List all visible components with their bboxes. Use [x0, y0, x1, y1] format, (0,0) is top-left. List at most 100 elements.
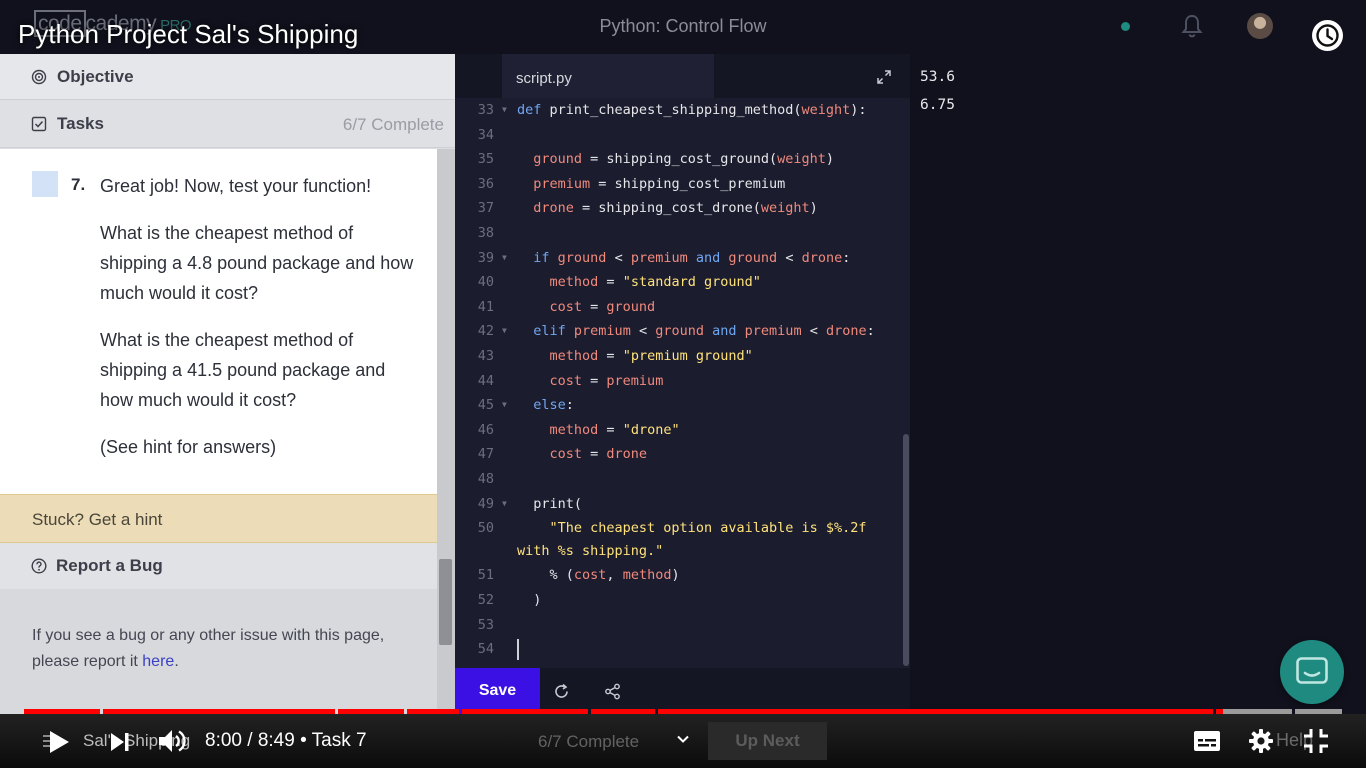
- code-line: 33 ▼ def print_cheapest_shipping_method(we…: [455, 98, 905, 122]
- next-track-icon[interactable]: [108, 731, 132, 753]
- help-chat-button[interactable]: [1280, 640, 1344, 704]
- expand-icon[interactable]: [876, 69, 892, 85]
- report-bug-text: If you see a bug or any other issue with…: [32, 623, 392, 675]
- code-text-area[interactable]: 33 ▼ def print_cheapest_shipping_method(we…: [455, 98, 910, 668]
- save-button[interactable]: Save: [455, 668, 540, 714]
- code-line-wrapped: with %s shipping.": [455, 539, 905, 563]
- volume-icon[interactable]: [157, 727, 189, 755]
- code-line: 49 ▼ print(: [455, 492, 905, 516]
- up-next-button[interactable]: Up Next: [708, 722, 827, 760]
- code-line: 44 cost = premium: [455, 369, 905, 393]
- output-terminal: 53.6 6.75: [910, 54, 1366, 714]
- code-text: method = "drone": [549, 421, 680, 438]
- code-line: 45 ▼ else:: [455, 393, 905, 417]
- line-number: 40: [477, 274, 494, 291]
- checkbox-icon: [31, 116, 47, 131]
- share-icon[interactable]: [604, 683, 621, 700]
- code-text: def print_cheapest_shipping_method(weigh…: [517, 102, 867, 118]
- line-number: 38: [477, 225, 494, 241]
- instructions-scroll-thumb[interactable]: [439, 559, 452, 645]
- chevron-down-icon[interactable]: [676, 732, 690, 746]
- code-text: with %s shipping.": [517, 542, 664, 559]
- editor-toolbar: Save: [455, 668, 910, 714]
- line-number: 48: [477, 471, 494, 487]
- text-cursor: [517, 639, 519, 661]
- code-line: 40 method = "standard ground": [455, 270, 905, 294]
- chat-icon: [1296, 657, 1328, 684]
- code-text: cost = premium: [549, 372, 664, 389]
- line-number: 34: [477, 126, 494, 143]
- code-line: 36 premium = shipping_cost_premium: [455, 172, 905, 196]
- task-question-2: What is the cheapest method of shipping …: [100, 330, 386, 410]
- output-line: 6.75: [920, 97, 955, 113]
- gear-icon[interactable]: [1248, 728, 1274, 754]
- task-hint-note: (See hint for answers): [100, 437, 277, 457]
- bell-icon[interactable]: [1181, 14, 1203, 38]
- line-number: 50: [477, 520, 494, 537]
- code-line: 53: [455, 613, 905, 637]
- code-text: premium = shipping_cost_premium: [533, 175, 786, 192]
- code-text: elif premium < ground and premium < dron…: [533, 323, 875, 340]
- line-number: 42: [477, 323, 494, 340]
- video-title[interactable]: Python Project Sal's Shipping: [18, 19, 358, 50]
- output-line: 53.6: [920, 69, 955, 85]
- question-circle-icon: [31, 558, 47, 574]
- line-number: 51: [477, 567, 494, 584]
- report-bug-body: If you see a bug or any other issue with…: [0, 589, 437, 714]
- line-number: 47: [477, 446, 494, 463]
- task-number: 7.: [71, 175, 86, 194]
- code-line: 39 ▼ if ground < premium and ground < dro…: [455, 246, 905, 270]
- line-number: 44: [477, 372, 494, 389]
- fold-arrow-icon[interactable]: ▼: [502, 246, 507, 270]
- task-item: 7. Great job! Now, test your function! W…: [0, 149, 437, 494]
- instructions-scrollbar[interactable]: [437, 149, 455, 714]
- avatar[interactable]: [1247, 13, 1273, 39]
- line-number: 39: [477, 249, 494, 266]
- target-icon: [31, 69, 47, 84]
- code-line: 46 method = "drone": [455, 418, 905, 442]
- fold-arrow-icon[interactable]: ▼: [502, 393, 507, 417]
- task-checkbox[interactable]: [32, 171, 58, 197]
- chapter-progress: 6/7 Complete: [538, 732, 640, 751]
- code-text: ground = shipping_cost_ground(weight): [533, 151, 835, 168]
- code-editor: script.py 33 ▼ def print_cheapest_shipping…: [455, 54, 910, 714]
- code-text: ): [517, 592, 542, 608]
- code-text: drone = shipping_cost_drone(weight): [533, 200, 818, 217]
- code-line: 41 cost = ground: [455, 295, 905, 319]
- code-line: 38: [455, 221, 905, 245]
- code-line: 54: [455, 637, 905, 661]
- report-bug-section-header[interactable]: Report a Bug: [0, 543, 437, 589]
- subtitles-icon[interactable]: [1193, 730, 1221, 752]
- play-icon[interactable]: [47, 729, 71, 755]
- fold-arrow-icon[interactable]: ▼: [502, 492, 507, 516]
- line-number: 45: [477, 397, 494, 414]
- line-number: 52: [477, 592, 494, 608]
- fold-arrow-icon[interactable]: ▼: [502, 319, 507, 343]
- code-text: method = "standard ground": [549, 274, 761, 291]
- editor-scrollbar[interactable]: [903, 434, 909, 666]
- exit-fullscreen-icon[interactable]: [1302, 727, 1330, 755]
- refresh-icon[interactable]: [553, 683, 570, 700]
- line-number: 36: [477, 175, 494, 192]
- code-text: else:: [533, 397, 574, 414]
- objective-section-header[interactable]: Objective: [0, 54, 455, 100]
- tasks-section-header[interactable]: Tasks 6/7 Complete: [0, 100, 455, 148]
- code-line: 43 method = "premium ground": [455, 344, 905, 368]
- watch-later-clock-icon[interactable]: [1312, 20, 1343, 51]
- code-line: 51 % (cost, method): [455, 563, 905, 587]
- file-tab-script[interactable]: script.py: [502, 54, 714, 98]
- code-text: cost = ground: [549, 298, 656, 315]
- get-hint-button[interactable]: Stuck? Get a hint: [0, 494, 437, 543]
- code-line: 48: [455, 467, 905, 491]
- fold-arrow-icon[interactable]: ▼: [502, 98, 507, 122]
- report-bug-link[interactable]: here: [142, 653, 174, 670]
- line-number: 33: [477, 102, 494, 118]
- task-instruction: Great job! Now, test your function!: [100, 176, 372, 196]
- code-text: print(: [517, 495, 583, 512]
- bug-text-main: If you see a bug or any other issue with…: [32, 627, 385, 670]
- line-number: 46: [477, 421, 494, 438]
- task-question-1: What is the cheapest method of shipping …: [100, 223, 414, 303]
- course-title: Python: Control Flow: [599, 16, 767, 36]
- code-line: 47 cost = drone: [455, 442, 905, 466]
- line-number: 35: [477, 151, 494, 168]
